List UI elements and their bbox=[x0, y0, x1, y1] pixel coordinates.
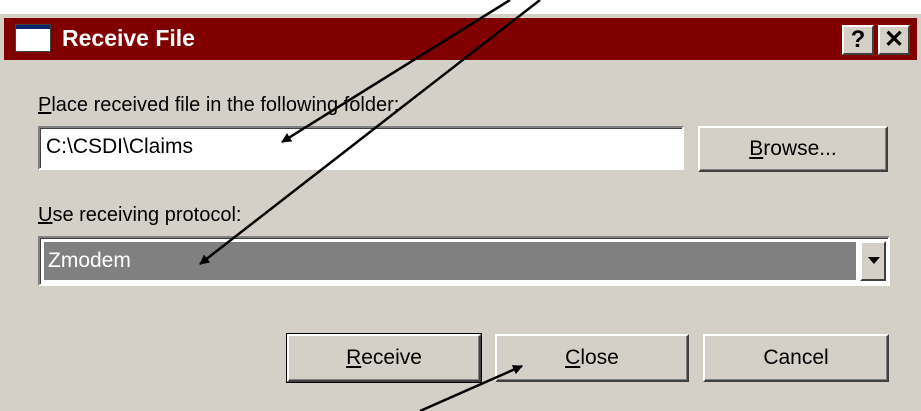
window-title: Receive File bbox=[62, 25, 195, 51]
close-mnemonic: C bbox=[565, 346, 581, 369]
folder-label-mnemonic: P bbox=[38, 94, 52, 116]
protocol-label: Use receiving protocol: bbox=[38, 204, 241, 227]
receive-mnemonic: R bbox=[346, 346, 362, 369]
window-icon bbox=[15, 24, 51, 52]
screenshot-page: Receive File ? ✕ Place received file in … bbox=[0, 0, 921, 411]
cancel-button[interactable]: Cancel bbox=[703, 334, 889, 382]
folder-label-text: lace received file in the following fold… bbox=[51, 94, 400, 116]
protocol-selected-value[interactable]: Zmodem bbox=[44, 242, 856, 280]
help-button[interactable]: ? bbox=[842, 25, 874, 55]
protocol-label-mnemonic: U bbox=[38, 204, 53, 226]
close-icon[interactable]: ✕ bbox=[878, 25, 910, 55]
protocol-select[interactable]: Zmodem bbox=[38, 236, 890, 286]
close-button[interactable]: Close bbox=[495, 334, 689, 382]
receive-file-dialog: Receive File ? ✕ Place received file in … bbox=[0, 14, 921, 411]
chevron-down-icon[interactable] bbox=[860, 241, 886, 281]
protocol-label-text: se receiving protocol: bbox=[52, 204, 242, 226]
close-label: lose bbox=[580, 346, 619, 369]
title-bar[interactable]: Receive File ? ✕ bbox=[4, 18, 917, 60]
browse-button[interactable]: Browse... bbox=[698, 126, 888, 172]
receive-label: eceive bbox=[361, 346, 422, 369]
folder-label: Place received file in the following fol… bbox=[38, 94, 399, 117]
folder-path-input[interactable]: C:\CSDI\Claims bbox=[38, 126, 684, 170]
browse-label: rowse... bbox=[763, 137, 837, 160]
receive-button[interactable]: Receive bbox=[286, 333, 482, 383]
browse-mnemonic: B bbox=[749, 137, 764, 160]
